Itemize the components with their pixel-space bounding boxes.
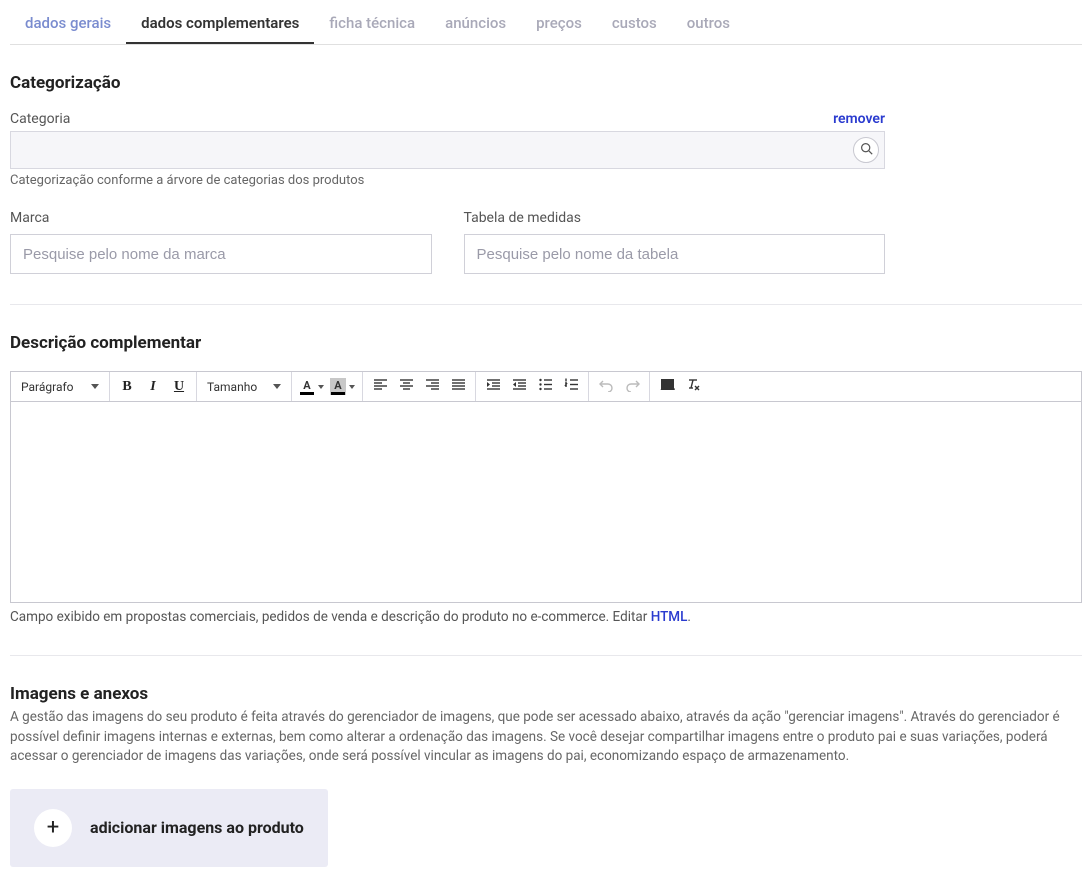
label-categoria: Categoria — [10, 111, 70, 127]
product-tabs: dados gerais dados complementares ficha … — [10, 4, 1082, 45]
bullet-list-icon — [538, 377, 553, 396]
chevron-down-icon — [318, 385, 324, 389]
editor-content-area[interactable] — [11, 402, 1081, 602]
redo-button[interactable] — [620, 375, 644, 399]
category-input[interactable] — [10, 131, 885, 169]
text-color-button[interactable]: A — [297, 378, 326, 395]
chevron-down-icon — [91, 384, 99, 389]
clear-formatting-icon — [686, 377, 701, 396]
italic-button[interactable]: I — [141, 375, 165, 399]
tab-custos[interactable]: custos — [597, 4, 672, 44]
editor-help-text: Campo exibido em propostas comerciais, p… — [10, 609, 1082, 625]
tab-dados-complementares[interactable]: dados complementares — [126, 4, 314, 44]
tab-anuncios[interactable]: anúncios — [430, 4, 521, 44]
paragraph-style-dropdown[interactable]: Parágrafo — [15, 372, 105, 401]
align-center-icon — [399, 377, 414, 396]
divider — [10, 655, 1082, 656]
indent-increase-button[interactable] — [481, 375, 505, 399]
align-right-button[interactable] — [420, 375, 444, 399]
insert-image-button[interactable] — [655, 375, 679, 399]
category-search-button[interactable] — [853, 137, 879, 163]
search-icon — [860, 142, 873, 159]
section-title-images: Imagens e anexos — [10, 684, 1082, 704]
bold-button[interactable]: B — [115, 375, 139, 399]
font-size-dropdown[interactable]: Tamanho — [201, 372, 287, 401]
undo-icon — [599, 377, 614, 396]
undo-button[interactable] — [594, 375, 618, 399]
tab-ficha-tecnica[interactable]: ficha técnica — [314, 4, 430, 44]
tab-precos[interactable]: preços — [521, 4, 597, 44]
rich-text-editor: Parágrafo B I U Tamanho A — [10, 371, 1082, 603]
images-description: A gestão das imagens do seu produto é fe… — [10, 708, 1082, 767]
editor-toolbar: Parágrafo B I U Tamanho A — [11, 372, 1081, 402]
bullet-list-button[interactable] — [533, 375, 557, 399]
remove-category-link[interactable]: remover — [833, 111, 885, 127]
brand-input[interactable] — [10, 234, 432, 274]
measure-table-input[interactable] — [464, 234, 886, 274]
numbered-list-icon — [564, 377, 579, 396]
label-marca: Marca — [10, 210, 432, 226]
indent-decrease-icon — [512, 377, 527, 396]
chevron-down-icon — [349, 385, 355, 389]
align-justify-button[interactable] — [446, 375, 470, 399]
divider — [10, 304, 1082, 305]
edit-html-link[interactable]: HTML — [651, 609, 688, 625]
indent-decrease-button[interactable] — [507, 375, 531, 399]
font-size-label: Tamanho — [207, 380, 257, 394]
plus-icon: + — [34, 809, 72, 847]
tab-dados-gerais[interactable]: dados gerais — [10, 4, 126, 44]
label-tabela-medidas: Tabela de medidas — [464, 210, 886, 226]
add-images-button[interactable]: + adicionar imagens ao produto — [10, 789, 328, 867]
section-title-description: Descrição complementar — [10, 333, 1082, 353]
image-icon — [660, 377, 675, 396]
paragraph-style-label: Parágrafo — [21, 380, 74, 394]
align-right-icon — [425, 377, 440, 396]
underline-button[interactable]: U — [167, 375, 191, 399]
align-left-icon — [373, 377, 388, 396]
clear-formatting-button[interactable] — [681, 375, 705, 399]
align-left-button[interactable] — [368, 375, 392, 399]
add-images-label: adicionar imagens ao produto — [90, 818, 304, 837]
chevron-down-icon — [273, 384, 281, 389]
align-justify-icon — [451, 377, 466, 396]
redo-icon — [625, 377, 640, 396]
align-center-button[interactable] — [394, 375, 418, 399]
indent-increase-icon — [486, 377, 501, 396]
section-title-categorization: Categorização — [10, 73, 1082, 93]
numbered-list-button[interactable] — [559, 375, 583, 399]
category-help-text: Categorização conforme a árvore de categ… — [10, 173, 885, 188]
background-color-button[interactable]: A — [328, 378, 357, 395]
tab-outros[interactable]: outros — [672, 4, 745, 44]
